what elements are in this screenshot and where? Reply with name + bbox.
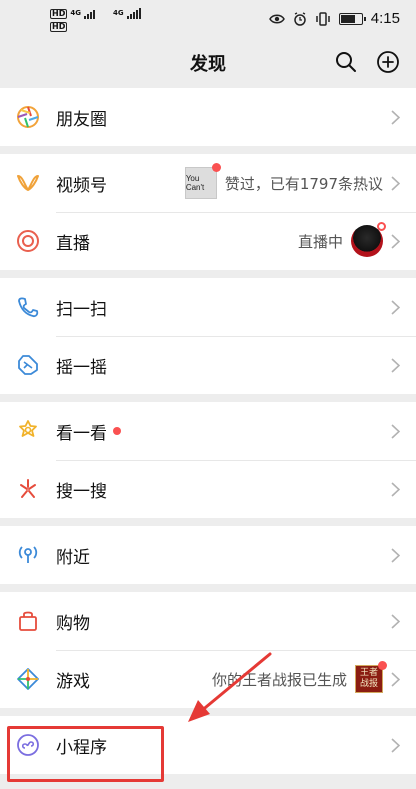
row-accessory — [391, 88, 400, 146]
list-item-label: 附近 — [56, 547, 90, 568]
chevron-right-icon — [391, 737, 400, 753]
list-item-label: 扫一扫 — [56, 299, 107, 320]
status-bar: HD 4G HD 4G 4:15 — [0, 0, 416, 38]
list-item-subtitle: 赞过，已有1797条热议 — [224, 174, 383, 193]
list-item-label: 直播 — [56, 233, 90, 254]
group-mini-programs: 小程序 — [0, 716, 416, 774]
battery-icon — [338, 12, 366, 25]
vibrate-icon — [316, 11, 330, 26]
list-item-label: 摇一摇 — [56, 357, 107, 378]
avatar — [351, 222, 386, 257]
channels-icon — [16, 171, 40, 195]
live-icon — [16, 229, 40, 253]
hd-badge: HD — [50, 8, 68, 19]
list-item-label: 搜一搜 — [56, 481, 107, 502]
list-item-games[interactable]: 游戏 你的王者战报已生成 王者战报 — [0, 650, 416, 708]
list-item-mini-programs[interactable]: 小程序 — [0, 716, 416, 774]
chevron-right-icon — [391, 613, 400, 629]
row-accessory — [391, 402, 400, 460]
list-item-scan[interactable]: 扫一扫 — [0, 278, 416, 336]
list-item-label: 小程序 — [56, 737, 107, 758]
live-dot — [377, 222, 386, 231]
chevron-right-icon — [391, 547, 400, 563]
system-indicators: 4:15 — [268, 10, 400, 27]
network-label: 4G — [112, 9, 124, 17]
row-accessory — [391, 592, 400, 650]
group-stories: 看一看 搜一搜 — [0, 402, 416, 518]
list-item-subtitle: 你的王者战报已生成 — [211, 670, 347, 689]
row-accessory — [391, 336, 400, 394]
thumbnail-text: You Can't — [185, 174, 205, 192]
group-nearby: 附近 — [0, 526, 416, 584]
list-item-label: 购物 — [56, 613, 90, 634]
group-channels: 视频号 You Can't 赞过，已有1797条热议 直播 直播中 — [0, 154, 416, 270]
list-item-top-stories[interactable]: 看一看 — [0, 402, 416, 460]
group-shopping: 购物 游戏 你的王者战报已生成 王者战报 — [0, 592, 416, 708]
row-accessory — [391, 278, 400, 336]
list-item-moments[interactable]: 朋友圈 — [0, 88, 416, 146]
alarm-icon — [294, 11, 306, 26]
group-moments: 朋友圈 — [0, 88, 416, 146]
chevron-right-icon — [391, 423, 400, 439]
signal-area: HD 4G HD 4G — [50, 8, 141, 32]
list-item-label: 视频号 — [56, 175, 107, 196]
row-accessory: You Can't 赞过，已有1797条热议 — [184, 154, 400, 212]
row-accessory — [391, 460, 400, 518]
add-icon[interactable] — [376, 50, 400, 74]
search-icon[interactable] — [334, 50, 358, 74]
list-item-subtitle: 直播中 — [297, 232, 343, 251]
mini-programs-icon — [16, 733, 40, 757]
navigation-bar: 发现 — [0, 38, 416, 88]
signal-icon — [83, 8, 95, 19]
list-item-nearby[interactable]: 附近 — [0, 526, 416, 584]
list-item-shake[interactable]: 摇一摇 — [0, 336, 416, 394]
bottom-padding — [0, 781, 416, 789]
list-item-label: 看一看 — [56, 423, 107, 444]
thumbnail-text: 王者战报 — [359, 668, 378, 689]
list-item-shopping[interactable]: 购物 — [0, 592, 416, 650]
row-accessory: 你的王者战报已生成 王者战报 — [212, 650, 400, 708]
search-feature-icon — [16, 477, 40, 501]
scan-icon — [16, 295, 40, 319]
shopping-icon — [16, 609, 40, 633]
row-accessory — [391, 526, 400, 584]
unread-dot — [211, 163, 221, 172]
shake-icon — [16, 353, 40, 377]
eye-icon — [268, 14, 285, 23]
hd-badge: HD — [50, 22, 68, 32]
discover-screen: HD 4G HD 4G 4:15 发现 朋友圈 视频号 You Can't 赞过… — [0, 0, 416, 789]
row-accessory: 直播中 — [298, 212, 400, 270]
list-item-search[interactable]: 搜一搜 — [0, 460, 416, 518]
list-item-channels[interactable]: 视频号 You Can't 赞过，已有1797条热议 — [0, 154, 416, 212]
network-label: 4G — [70, 9, 81, 17]
video-thumbnail: You Can't — [184, 163, 221, 199]
sim-indicators: HD 4G HD — [50, 8, 95, 32]
moments-icon — [16, 105, 40, 129]
signal-icon — [126, 8, 141, 19]
list-item-label: 朋友圈 — [56, 109, 107, 130]
chevron-right-icon — [391, 357, 400, 373]
chevron-right-icon — [391, 109, 400, 125]
sim-indicators-2: 4G — [113, 8, 141, 19]
top-stories-icon — [16, 419, 40, 443]
game-thumbnail: 王者战报 — [355, 661, 387, 693]
unread-dot — [378, 661, 387, 670]
chevron-right-icon — [391, 299, 400, 315]
nearby-icon — [16, 543, 40, 567]
list-item-live[interactable]: 直播 直播中 — [0, 212, 416, 270]
unread-dot — [113, 427, 121, 435]
group-scan: 扫一扫 摇一摇 — [0, 278, 416, 394]
list-item-label: 游戏 — [56, 671, 90, 692]
status-time: 4:15 — [370, 10, 400, 27]
chevron-right-icon — [391, 671, 400, 687]
row-accessory — [391, 716, 400, 774]
chevron-right-icon — [391, 233, 400, 249]
chevron-right-icon — [391, 175, 400, 191]
games-icon — [16, 667, 40, 691]
chevron-right-icon — [391, 481, 400, 497]
